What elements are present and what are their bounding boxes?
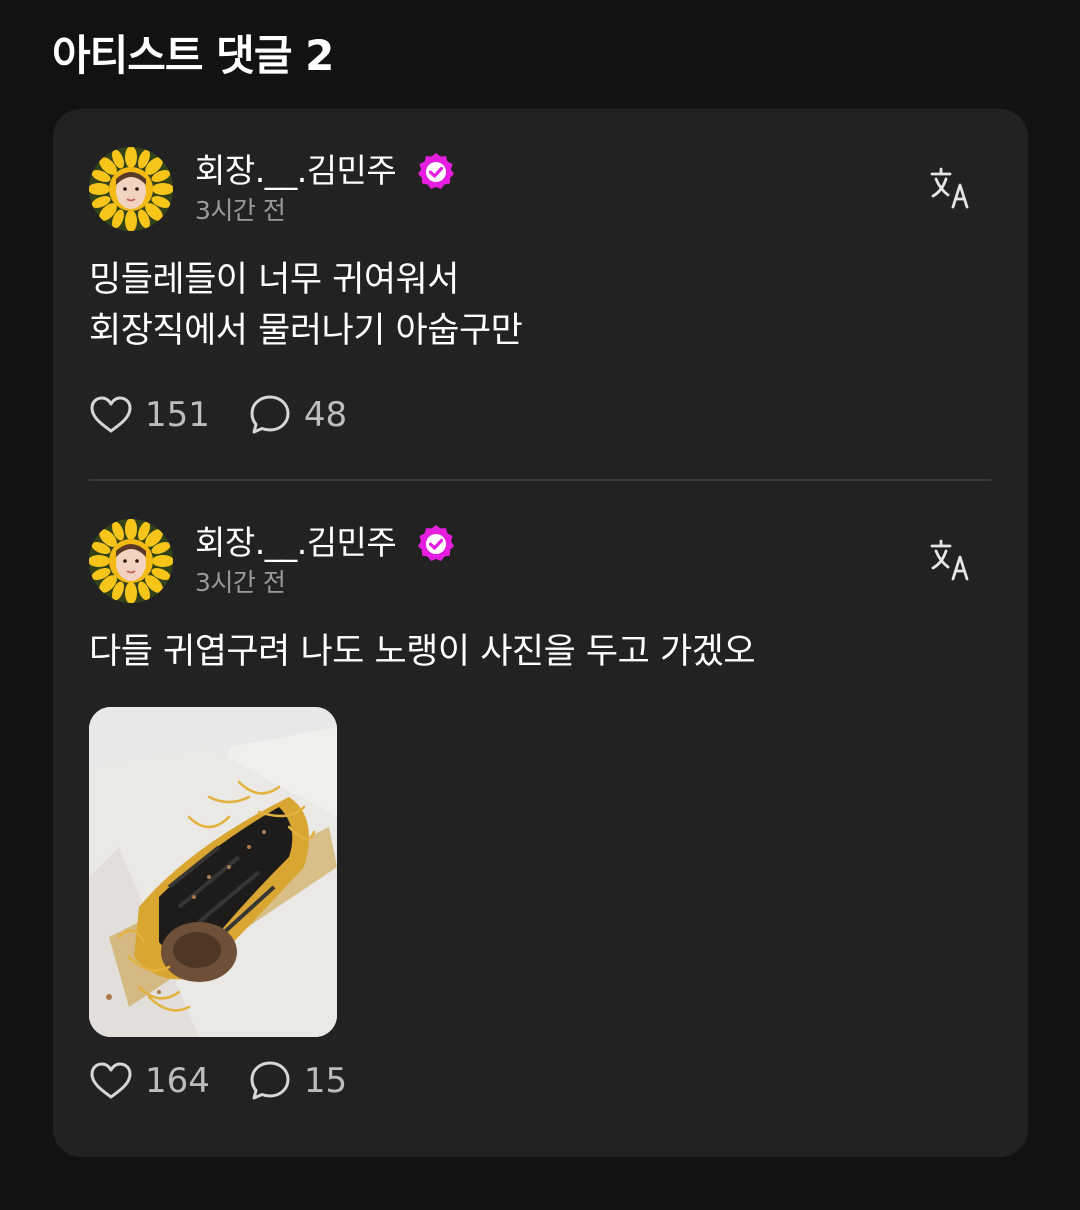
comment-actions: 164 15 [89, 1059, 385, 1103]
heart-icon [89, 395, 133, 435]
reply-button[interactable]: 48 [248, 393, 347, 437]
translate-icon[interactable] [928, 165, 976, 213]
divider [89, 479, 991, 481]
comment-text-line: 회장직에서 물러나기 아숩구만 [89, 311, 523, 351]
avatar[interactable] [89, 147, 173, 231]
attached-photo[interactable] [89, 707, 337, 1037]
reply-count: 15 [303, 1061, 348, 1101]
speech-bubble-icon [248, 1059, 292, 1103]
avatar[interactable] [89, 519, 173, 603]
author-name[interactable]: 회장.__.김민주 [195, 523, 397, 563]
comment-actions: 151 48 [89, 393, 385, 437]
timestamp: 3시간 전 [195, 196, 286, 225]
like-count: 151 [145, 395, 210, 435]
like-button[interactable]: 164 [89, 1061, 210, 1101]
artist-comments-card: 회장.__.김민주 3시간 전 밍들레들이 너무 귀여워서 회장직에서 물러나기… [53, 109, 1028, 1157]
like-count: 164 [145, 1061, 210, 1101]
reply-button[interactable]: 15 [248, 1059, 347, 1103]
page-title: 아티스트 댓글 2 [52, 31, 334, 80]
comment-text-line: 밍들레들이 너무 귀여워서 [89, 260, 459, 300]
comment-text: 다들 귀엽구려 나도 노랭이 사진을 두고 가겠오 [89, 627, 756, 678]
heart-icon [89, 1061, 133, 1101]
comment-text-line: 다들 귀엽구려 나도 노랭이 사진을 두고 가겠오 [89, 632, 756, 672]
like-button[interactable]: 151 [89, 395, 210, 435]
verified-badge-icon [415, 151, 457, 193]
avatar-image [89, 147, 173, 231]
author-name[interactable]: 회장.__.김민주 [195, 151, 397, 191]
avatar-image [89, 519, 173, 603]
timestamp: 3시간 전 [195, 568, 286, 597]
comment-text: 밍들레들이 너무 귀여워서 회장직에서 물러나기 아숩구만 [89, 255, 523, 357]
reply-count: 48 [303, 395, 348, 435]
speech-bubble-icon [248, 393, 292, 437]
translate-icon[interactable] [928, 537, 976, 585]
kimbap-photo-image [89, 707, 337, 1037]
verified-badge-icon [415, 523, 457, 565]
